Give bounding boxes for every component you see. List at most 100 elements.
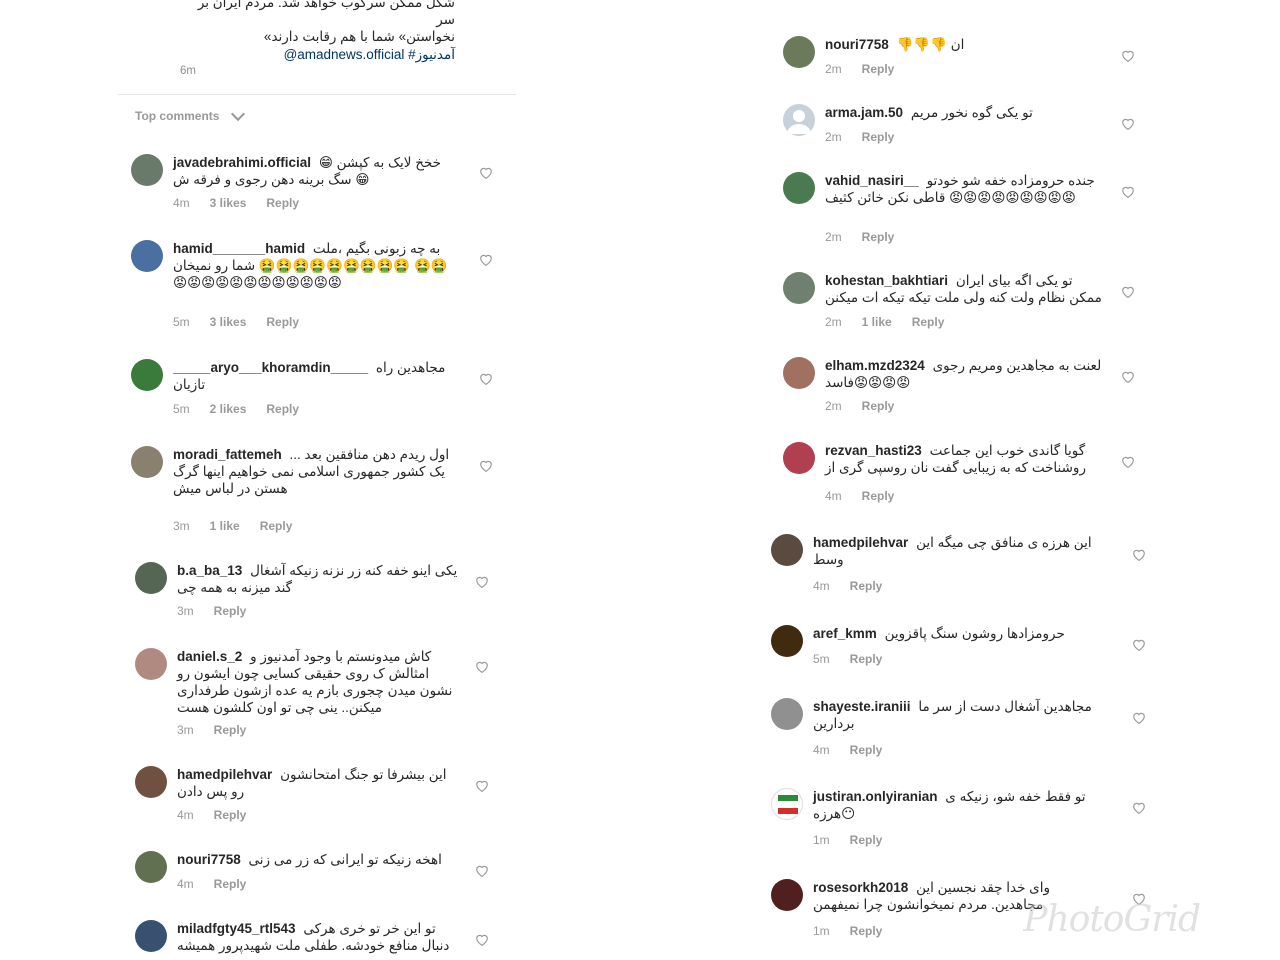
top-comments-toggle[interactable]: Top comments [135,106,246,123]
top-comments-label: Top comments [135,109,220,123]
heart-icon[interactable] [1121,285,1135,299]
heart-icon[interactable] [1132,711,1146,725]
avatar[interactable] [783,357,815,389]
heart-icon[interactable] [479,166,493,180]
comment-meta: 3m Reply [177,723,246,737]
heart-icon[interactable] [1132,548,1146,562]
heart-icon[interactable] [1121,185,1135,199]
avatar[interactable] [135,851,167,883]
comment-username[interactable]: vahid_nasiri__ [825,173,919,188]
avatar[interactable] [771,788,803,820]
reply-button[interactable]: Reply [862,62,895,76]
comment-username[interactable]: daniel.s_2 [177,649,242,664]
heart-icon[interactable] [1121,117,1135,131]
comment-body: daniel.s_2 کاش میدونستم با وجود آمدنیوز … [177,648,459,716]
heart-icon[interactable] [475,660,489,674]
heart-icon[interactable] [479,253,493,267]
comment-username[interactable]: aref_kmm [813,626,877,641]
heart-icon[interactable] [475,864,489,878]
reply-button[interactable]: Reply [850,924,883,938]
comment-meta: 4m Reply [825,489,894,503]
avatar[interactable] [135,766,167,798]
reply-button[interactable]: Reply [850,652,883,666]
avatar[interactable] [783,442,815,474]
avatar[interactable] [135,920,167,952]
comment-username[interactable]: b.a_ba_13 [177,563,242,578]
reply-button[interactable]: Reply [214,604,247,618]
reply-button[interactable]: Reply [214,877,247,891]
avatar[interactable] [135,648,167,680]
reply-button[interactable]: Reply [850,833,883,847]
heart-icon[interactable] [1121,455,1135,469]
comment-timestamp: 4m [825,489,842,503]
comment-username[interactable]: justiran.onlyiranian [813,789,938,804]
comment-username[interactable]: arma.jam.50 [825,105,903,120]
comment-username[interactable]: javadebrahimi.official [173,155,311,170]
comment-likes[interactable]: 3 likes [210,315,247,329]
heart-icon[interactable] [475,575,489,589]
comment-timestamp: 4m [177,877,194,891]
avatar[interactable] [783,172,815,204]
heart-icon[interactable] [475,933,489,947]
comment-timestamp: 1m [813,924,830,938]
heart-icon[interactable] [479,372,493,386]
comment-username[interactable]: rezvan_hasti23 [825,443,922,458]
avatar[interactable] [131,446,163,478]
caption-tags[interactable]: @amadnews.official #آمدنیوز [180,46,455,63]
heart-icon[interactable] [1132,638,1146,652]
reply-button[interactable]: Reply [850,743,883,757]
comment-likes[interactable]: 2 likes [210,402,247,416]
avatar[interactable] [131,154,163,186]
reply-button[interactable]: Reply [260,519,293,533]
avatar[interactable] [771,534,803,566]
comment-timestamp: 4m [813,579,830,593]
comment-meta: 2m Reply [825,399,894,413]
comment-username[interactable]: hamedpilehvar [813,535,908,550]
comment-likes[interactable]: 3 likes [210,196,247,210]
comment-username[interactable]: nouri7758 [177,852,241,867]
comment-text: اهخه زنیکه تو ایرانی که زر می زنی [248,852,442,867]
avatar[interactable] [771,879,803,911]
avatar[interactable] [783,104,815,136]
heart-icon[interactable] [479,459,493,473]
avatar[interactable] [131,359,163,391]
avatar[interactable] [771,625,803,657]
avatar[interactable] [783,272,815,304]
reply-button[interactable]: Reply [266,196,299,210]
reply-button[interactable]: Reply [850,579,883,593]
heart-icon[interactable] [1132,801,1146,815]
comment-username[interactable]: hamedpilehvar [177,767,272,782]
comment-username[interactable]: nouri7758 [825,37,889,52]
caption-timestamp: 6m [180,65,196,77]
reply-button[interactable]: Reply [862,399,895,413]
comment-username[interactable]: elham.mzd2324 [825,358,925,373]
comment-username[interactable]: miladfgty45_rtl543 [177,921,296,936]
comment-timestamp: 3m [177,604,194,618]
comment-username[interactable]: hamid_______hamid [173,241,305,256]
comment-timestamp: 2m [825,230,842,244]
heart-icon[interactable] [1121,49,1135,63]
comment-likes[interactable]: 1 like [862,315,892,329]
comment-meta: 4m 3 likes Reply [173,196,299,210]
avatar[interactable] [131,240,163,272]
reply-button[interactable]: Reply [266,315,299,329]
reply-button[interactable]: Reply [862,489,895,503]
comment-username[interactable]: _____aryo___khoramdin_____ [173,360,368,375]
reply-button[interactable]: Reply [862,230,895,244]
reply-button[interactable]: Reply [912,315,945,329]
heart-icon[interactable] [475,779,489,793]
reply-button[interactable]: Reply [214,723,247,737]
avatar[interactable] [135,562,167,594]
avatar[interactable] [771,698,803,730]
avatar[interactable] [783,36,815,68]
comment-username[interactable]: shayeste.iraniii [813,699,911,714]
comment-username[interactable]: rosesorkh2018 [813,880,908,895]
comment-likes[interactable]: 1 like [210,519,240,533]
reply-button[interactable]: Reply [214,808,247,822]
comment-username[interactable]: moradi_fattemeh [173,447,282,462]
heart-icon[interactable] [1121,370,1135,384]
comment-username[interactable]: kohestan_bakhtiari [825,273,948,288]
reply-button[interactable]: Reply [862,130,895,144]
reply-button[interactable]: Reply [266,402,299,416]
comment-meta: 2m Reply [825,62,894,76]
